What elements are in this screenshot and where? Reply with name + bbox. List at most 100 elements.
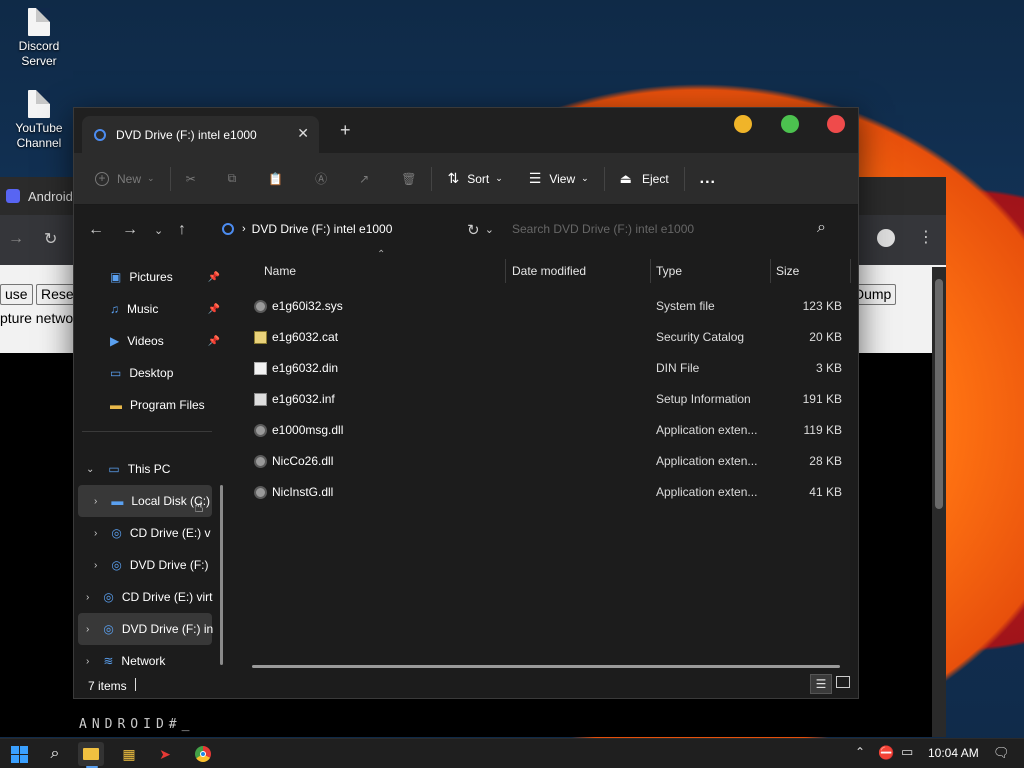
more-options-button[interactable]: ... xyxy=(691,163,725,195)
chevron-down-icon: ⌄ xyxy=(581,173,589,183)
document-icon xyxy=(28,90,50,118)
close-window-button[interactable] xyxy=(827,115,845,133)
pictures-icon: ▣ xyxy=(110,270,122,284)
app-taskbar-button[interactable]: ➤ xyxy=(152,742,178,766)
sort-button[interactable]: ⇅ Sort ⌄ xyxy=(438,163,511,195)
cut-button[interactable]: ✂ xyxy=(177,163,205,195)
nav-item-local-disk-c[interactable]: › ▬ Local Disk (C:) xyxy=(78,485,212,517)
search-box[interactable]: Search DVD Drive (F:) intel e1000 ⌕ xyxy=(500,213,842,245)
column-header-date[interactable]: Date modified xyxy=(512,255,586,287)
file-explorer-window[interactable]: DVD Drive (F:) intel e1000 ✕ + + New ⌄ ✂… xyxy=(73,107,859,699)
desktop-icon-discord-server[interactable]: Discord Server xyxy=(8,8,70,69)
file-row[interactable]: e1g6032.cat Security Catalog 20 KB xyxy=(248,322,856,353)
horizontal-scrollbar[interactable] xyxy=(252,665,840,668)
eject-button[interactable]: ⏏ Eject xyxy=(611,163,678,195)
dvd-drive-icon: ◎ xyxy=(111,558,122,572)
nav-item-network[interactable]: › ≋ Network xyxy=(86,645,165,670)
file-row[interactable]: e1000msg.dll Application exten... 119 KB xyxy=(248,415,856,446)
browser-scrollbar[interactable] xyxy=(932,267,946,737)
up-arrow-icon[interactable]: ↑ xyxy=(178,221,186,239)
minimize-button[interactable] xyxy=(734,115,752,133)
file-size: 28 KB xyxy=(809,454,842,468)
scrollbar-thumb[interactable] xyxy=(935,279,943,509)
new-tab-button[interactable]: + xyxy=(340,120,351,141)
desktop-icon-label: YouTube Channel xyxy=(15,121,63,150)
chrome-taskbar-button[interactable] xyxy=(190,742,216,766)
nav-item-pictures[interactable]: ▣ Pictures 📌 xyxy=(110,261,220,293)
file-row[interactable]: e1g6032.inf Setup Information 191 KB xyxy=(248,384,856,415)
column-header-size[interactable]: Size xyxy=(776,255,799,287)
paste-button[interactable]: 📋 xyxy=(259,163,292,195)
folder-icon: ▬ xyxy=(110,398,122,412)
display-icon[interactable]: ▭ xyxy=(901,744,913,760)
column-divider xyxy=(770,259,771,283)
file-row[interactable]: e1g6032.din DIN File 3 KB xyxy=(248,353,856,384)
show-hidden-icons-chevron[interactable]: ⌃ xyxy=(855,745,865,759)
file-type: DIN File xyxy=(656,361,700,375)
delete-button[interactable]: 🗑 xyxy=(392,163,425,195)
nav-item-cd-drive-e-virtual[interactable]: › ◎ CD Drive (E:) virt xyxy=(86,581,213,613)
rename-button[interactable]: Ⓐ xyxy=(306,163,336,195)
forward-arrow-icon[interactable]: → xyxy=(8,230,24,248)
file-name: e1000msg.dll xyxy=(272,423,344,437)
view-button[interactable]: ☰ View ⌄ xyxy=(520,163,598,195)
sort-icon: ⇅ xyxy=(447,170,460,186)
store-taskbar-button[interactable]: ▦ xyxy=(116,742,142,766)
refresh-icon[interactable]: ↻ xyxy=(467,221,480,239)
explorer-tab[interactable]: DVD Drive (F:) intel e1000 ✕ xyxy=(82,116,319,153)
chevron-right-icon: › xyxy=(86,623,90,635)
more-menu-icon[interactable]: ⋮ xyxy=(918,227,934,247)
nav-label: Desktop xyxy=(129,366,174,380)
explorer-titlebar[interactable]: DVD Drive (F:) intel e1000 ✕ + xyxy=(74,108,858,153)
nav-item-program-files[interactable]: ▬ Program Files xyxy=(110,389,205,421)
maximize-button[interactable] xyxy=(781,115,799,133)
web-button-use[interactable]: use xyxy=(0,284,33,305)
file-list: Name ⌃ Date modified Type Size e1g60i32.… xyxy=(232,249,858,670)
nav-label: DVD Drive (F:) xyxy=(129,558,209,572)
tiles-view-icon[interactable] xyxy=(836,676,850,688)
profile-avatar[interactable] xyxy=(877,229,895,247)
nav-item-cd-drive-e[interactable]: › ◎ CD Drive (E:) v xyxy=(94,517,211,549)
reload-icon[interactable]: ↻ xyxy=(44,229,57,249)
search-icon[interactable]: ⌕ xyxy=(817,219,826,237)
back-arrow-icon[interactable]: ← xyxy=(88,221,104,239)
nav-item-this-pc[interactable]: ⌄ ▭ This PC xyxy=(86,453,170,485)
notification-icon[interactable]: 🗨 xyxy=(993,745,1010,761)
divider xyxy=(603,166,605,191)
divider xyxy=(683,166,685,191)
start-button[interactable] xyxy=(6,742,32,766)
file-row[interactable]: NicCo26.dll Application exten... 28 KB xyxy=(248,446,856,477)
copy-button[interactable]: ⧉ xyxy=(219,163,246,195)
nav-item-dvd-drive-f[interactable]: › ◎ DVD Drive (F:) xyxy=(94,549,209,581)
view-label: View xyxy=(549,171,576,186)
nav-item-dvd-drive-f-intel[interactable]: › ◎ DVD Drive (F:) in xyxy=(78,613,213,645)
new-button[interactable]: + New ⌄ xyxy=(86,163,164,195)
desktop-icon-youtube-channel[interactable]: YouTube Channel xyxy=(8,90,70,151)
column-header-name[interactable]: Name xyxy=(264,255,296,287)
nav-scrollbar-thumb[interactable] xyxy=(220,485,223,665)
search-taskbar-button[interactable]: ⌕ xyxy=(42,742,68,766)
scissors-icon: ✂ xyxy=(185,171,196,186)
address-dropdown-icon[interactable]: ⌄ xyxy=(485,223,494,236)
details-view-icon[interactable]: ☰ xyxy=(810,674,832,694)
nav-label: Program Files xyxy=(130,398,205,412)
file-name: e1g6032.inf xyxy=(272,392,335,406)
address-bar[interactable]: › DVD Drive (F:) intel e1000 ⌄ xyxy=(212,213,494,245)
gear-file-icon xyxy=(254,455,267,468)
file-row[interactable]: NicInstG.dll Application exten... 41 KB xyxy=(248,477,856,508)
close-tab-icon[interactable]: ✕ xyxy=(297,125,309,142)
file-row[interactable]: e1g60i32.sys System file 123 KB xyxy=(248,291,856,322)
share-button[interactable]: ↗ xyxy=(350,163,378,195)
clock-time[interactable]: 10:04 AM xyxy=(928,746,979,760)
navigation-pane: ▣ Pictures 📌 ♫ Music 📌 ▶ Videos 📌 ▭ Desktop … xyxy=(74,255,231,670)
nav-label: CD Drive (E:) v xyxy=(129,526,211,540)
column-header-type[interactable]: Type xyxy=(656,255,682,287)
gear-file-icon xyxy=(254,486,267,499)
recent-locations-icon[interactable]: ⌄ xyxy=(154,224,163,237)
nav-item-videos[interactable]: ▶ Videos 📌 xyxy=(110,325,220,357)
file-explorer-taskbar-button[interactable] xyxy=(78,742,104,766)
network-status-icon[interactable]: ⛔ xyxy=(878,745,894,761)
nav-item-music[interactable]: ♫ Music 📌 xyxy=(110,293,220,325)
nav-item-desktop[interactable]: ▭ Desktop xyxy=(110,357,173,389)
forward-arrow-icon[interactable]: → xyxy=(122,221,138,239)
